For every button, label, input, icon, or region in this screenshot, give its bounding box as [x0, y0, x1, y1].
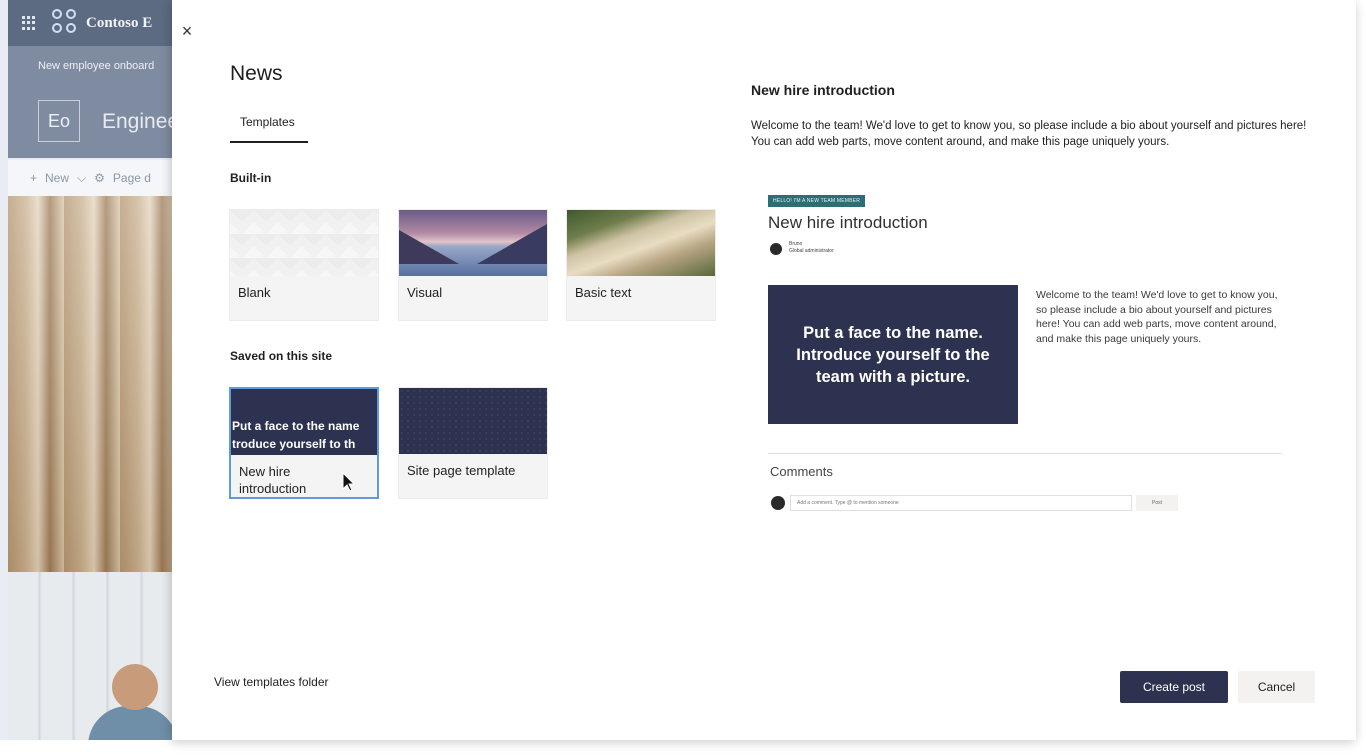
avatar [771, 496, 785, 510]
screen: Contoso E New employee onboard Eo Engine… [0, 0, 1366, 755]
template-label: Basic text [575, 285, 632, 300]
saved-on-site-heading: Saved on this site [230, 349, 333, 363]
mini-page-hero: Put a face to the name. Introduce yourse… [768, 285, 1018, 424]
hero-image [8, 196, 180, 572]
new-command[interactable]: New [45, 171, 69, 185]
comments-heading: Comments [770, 464, 833, 479]
plus-icon: + [30, 171, 38, 185]
thumbnail-text-line: Put a face to the name [232, 419, 360, 433]
mouse-pointer-icon [342, 472, 356, 492]
template-label: Blank [238, 285, 271, 300]
mini-page-badge: HELLO! I'M A NEW TEAM MEMBER [768, 195, 866, 207]
divider [768, 453, 1282, 454]
close-icon[interactable]: × [178, 22, 196, 40]
basic-text-thumbnail [567, 210, 715, 276]
mini-page-author: Bruno Global administrator [789, 241, 834, 255]
built-in-heading: Built-in [230, 171, 272, 185]
template-label: Visual [407, 285, 443, 300]
site-logo: Eo [38, 100, 80, 142]
command-bar: + New ⌵ ⚙ Page d [8, 160, 180, 196]
template-card-blank[interactable]: Blank [229, 209, 379, 321]
site-page-thumbnail [399, 388, 547, 454]
avatar [770, 243, 782, 255]
hub-nav-link[interactable]: New employee onboard [38, 60, 154, 72]
visual-thumbnail [399, 210, 547, 276]
create-post-button[interactable]: Create post [1120, 671, 1228, 703]
brand-logo-icon [52, 9, 80, 37]
mini-page-body: Welcome to the team! We'd love to get to… [1036, 289, 1278, 345]
panel-title: News [230, 62, 283, 85]
suite-bar: Contoso E [8, 0, 180, 46]
template-card-visual[interactable]: Visual [398, 209, 548, 321]
author-name: Bruno [789, 241, 803, 247]
preview-title: New hire introduction [751, 82, 895, 98]
tab-templates[interactable]: Templates [230, 115, 308, 143]
author-role: Global administrator [789, 248, 834, 254]
thumbnail-text-line: troduce yourself to th [232, 437, 356, 451]
chevron-down-icon: ⌵ [77, 170, 87, 185]
template-card-basic-text[interactable]: Basic text [566, 209, 716, 321]
cancel-button[interactable]: Cancel [1238, 671, 1315, 703]
template-card-site-page-template[interactable]: Site page template [398, 387, 548, 499]
post-button: Post [1136, 495, 1178, 511]
template-label: Site page template [407, 463, 516, 478]
gear-icon: ⚙ [94, 171, 105, 185]
comment-input: Add a comment. Type @ to mention someone [790, 495, 1132, 511]
hub-header: New employee onboard Eo Engineer [8, 46, 180, 158]
person-image [112, 664, 158, 710]
mini-page-title: New hire introduction [768, 213, 928, 232]
view-templates-folder-link[interactable]: View templates folder [214, 675, 329, 689]
template-card-new-hire-introduction[interactable]: Put a face to the name troduce yourself … [229, 387, 379, 499]
new-hire-thumbnail: Put a face to the name troduce yourself … [231, 389, 377, 455]
site-title[interactable]: Engineer [102, 110, 180, 134]
brand-name[interactable]: Contoso E [86, 15, 152, 32]
news-template-panel [172, 0, 1356, 740]
preview-description: Welcome to the team! We'd love to get to… [751, 120, 1307, 148]
app-launcher-icon[interactable] [22, 16, 36, 30]
page-details-command[interactable]: Page d [113, 171, 151, 185]
background-site-page: Contoso E New employee onboard Eo Engine… [0, 0, 180, 740]
blank-thumbnail [230, 210, 378, 276]
template-label: New hire introduction [239, 464, 307, 496]
